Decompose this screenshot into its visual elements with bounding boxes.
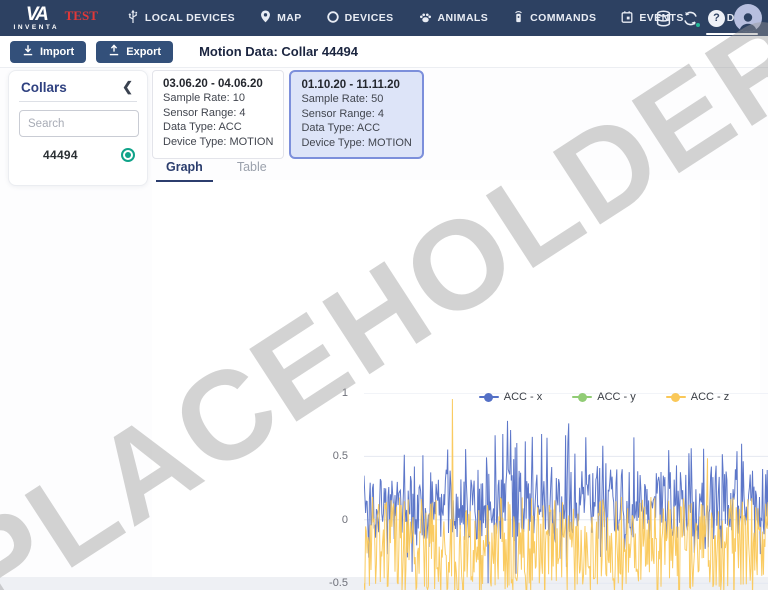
nav-item-label: DEVICES: [345, 12, 394, 24]
remote-icon: [512, 9, 525, 27]
dataset-device-type: Device Type: MOTION: [163, 135, 273, 150]
import-button[interactable]: Import: [10, 41, 86, 63]
nav-item-animals[interactable]: ANIMALS: [406, 0, 501, 36]
database-icon[interactable]: [654, 9, 673, 28]
import-icon: [22, 44, 34, 59]
page-title: Motion Data: Collar 44494: [199, 44, 358, 59]
export-icon: [108, 44, 120, 59]
legend-item-acc-y[interactable]: ACC - y: [572, 391, 636, 403]
calendar-icon: [620, 10, 634, 27]
help-icon[interactable]: ?: [708, 10, 725, 27]
top-nav-bar: VA INVENTA TEST LOCAL DEVICES MAP DEVICE…: [0, 0, 768, 36]
paw-icon: [418, 10, 433, 27]
inventa-logo[interactable]: VA INVENTA: [12, 6, 61, 31]
nav-item-label: LOCAL DEVICES: [145, 12, 235, 24]
nav-item-devices[interactable]: DEVICES: [314, 0, 406, 36]
usb-icon: [126, 9, 140, 27]
y-tick-label: -0.5: [310, 576, 348, 590]
legend-marker: [666, 396, 686, 398]
nav-item-map[interactable]: MAP: [247, 0, 314, 36]
y-tick-label: 0: [310, 513, 348, 527]
dataset-sample-rate: Sample Rate: 10: [163, 91, 273, 106]
help-glyph: ?: [713, 12, 720, 24]
nav-item-label: MAP: [277, 12, 302, 24]
nav-item-label: COMMANDS: [530, 12, 596, 24]
legend-item-acc-z[interactable]: ACC - z: [666, 391, 730, 403]
legend-label: ACC - x: [504, 391, 543, 403]
avatar[interactable]: [734, 4, 762, 32]
dataset-sensor-range: Sensor Range: 4: [163, 106, 273, 121]
collar-ring-icon: [326, 10, 340, 27]
tab-table[interactable]: Table: [227, 154, 291, 182]
legend-item-acc-x[interactable]: ACC - x: [479, 391, 543, 403]
toolbar: Import Export Motion Data: Collar 44494: [0, 36, 768, 68]
app-window: VA INVENTA TEST LOCAL DEVICES MAP DEVICE…: [0, 0, 768, 590]
export-label: Export: [126, 46, 161, 58]
legend-label: ACC - y: [597, 391, 636, 403]
legend-marker: [479, 396, 499, 398]
nav-item-commands[interactable]: COMMANDS: [500, 0, 608, 36]
import-label: Import: [40, 46, 74, 58]
legend-marker: [572, 396, 592, 398]
dataset-date-range: 01.10.20 - 11.11.20: [301, 79, 411, 91]
dataset-card-1[interactable]: 03.06.20 - 04.06.20 Sample Rate: 10 Sens…: [152, 70, 284, 159]
dataset-card-2-selected[interactable]: 01.10.20 - 11.11.20 Sample Rate: 50 Sens…: [289, 70, 423, 159]
dataset-sample-rate: Sample Rate: 50: [301, 92, 411, 107]
env-test-label: TEST: [65, 8, 98, 24]
dataset-data-type: Data Type: ACC: [163, 120, 273, 135]
map-pin-icon: [259, 9, 272, 27]
collar-selected-radio[interactable]: [121, 148, 135, 162]
chart-legend: ACC - x ACC - y ACC - z: [364, 391, 768, 403]
nav-item-label: ANIMALS: [438, 12, 489, 24]
legend-label: ACC - z: [691, 391, 730, 403]
logo-monogram: VA: [26, 6, 47, 24]
sidebar-title: Collars: [21, 80, 67, 95]
collar-list-item[interactable]: 44494: [9, 137, 147, 162]
dataset-date-range: 03.06.20 - 04.06.20: [163, 78, 273, 90]
dataset-cards: 03.06.20 - 04.06.20 Sample Rate: 10 Sens…: [152, 70, 424, 159]
collar-search-input[interactable]: [19, 110, 139, 137]
y-axis-labels: 10.50-0.5-1-1.5: [310, 393, 356, 590]
y-tick-label: 1: [310, 386, 348, 400]
y-tick-label: 0.5: [310, 449, 348, 463]
chart-panel: ACC - xACC - yACC - z 10.50-0.5-1-1.5 20…: [152, 180, 760, 577]
logo-brand-name: INVENTA: [14, 24, 60, 31]
collars-sidebar: Collars ❮ 44494: [8, 70, 148, 186]
nav-item-local-devices[interactable]: LOCAL DEVICES: [114, 0, 247, 36]
motion-line-chart: [364, 393, 768, 590]
view-tabs: Graph Table: [156, 154, 291, 182]
dataset-sensor-range: Sensor Range: 4: [301, 107, 411, 122]
dataset-data-type: Data Type: ACC: [301, 121, 411, 136]
dataset-device-type: Device Type: MOTION: [301, 136, 411, 151]
collapse-chevron-icon[interactable]: ❮: [120, 79, 135, 95]
sync-icon[interactable]: [682, 10, 699, 27]
export-button[interactable]: Export: [96, 41, 173, 63]
tab-graph[interactable]: Graph: [156, 154, 227, 182]
nav-right-icons: ?: [654, 0, 762, 36]
sidebar-divider: [19, 101, 137, 102]
collar-id-label: 44494: [43, 148, 78, 162]
sync-status-dot: [695, 22, 701, 28]
